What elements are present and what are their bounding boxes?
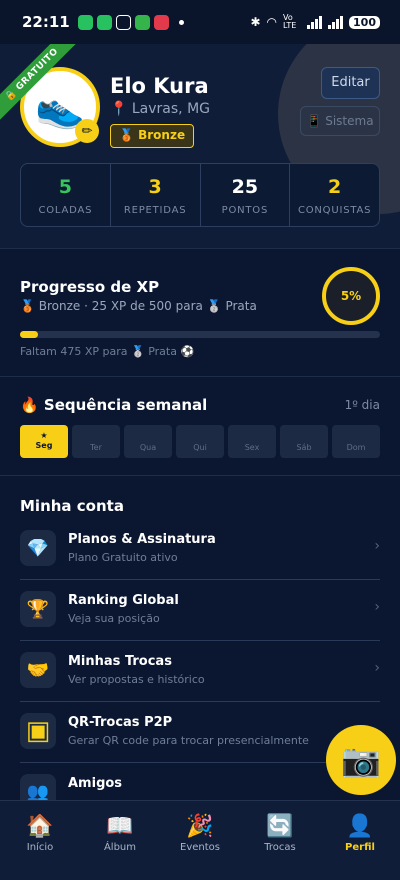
battery-icon: 100: [349, 15, 380, 29]
book-icon: 📖: [106, 814, 134, 839]
stat-label: CONQUISTAS: [297, 205, 372, 216]
menu-item-trades[interactable]: 🤝 Minhas Trocas Ver propostas e históric…: [20, 641, 380, 702]
stats-panel: 5 COLADAS 3 REPETIDAS 25 PONTOS 2 CONQUI…: [20, 163, 380, 227]
menu-item-title: Ranking Global: [68, 593, 179, 608]
profile-header: 👟 ✏ 🔒 GRATUITO Elo Kura 📍 Lavras, MG 🥉 B…: [0, 44, 400, 248]
whatsapp-business-icon: [96, 14, 112, 30]
status-time: 22:11: [22, 13, 70, 31]
level-badge: 🥉 Bronze: [110, 124, 195, 148]
week-streak: ★ Seg Ter Qua Qui Sex Sáb Dom: [20, 425, 380, 458]
day-qui: Qui: [176, 425, 224, 458]
shield-icon: [134, 14, 150, 30]
edit-profile-button[interactable]: Editar: [321, 67, 380, 99]
menu-item-title: QR-Trocas P2P: [68, 715, 173, 730]
nav-label: Trocas: [264, 842, 296, 853]
stat-label: COLADAS: [38, 205, 93, 216]
stat-conquistas[interactable]: 2 CONQUISTAS: [290, 164, 379, 226]
home-icon: 🏠: [26, 814, 54, 839]
nav-home[interactable]: 🏠 Início: [0, 801, 80, 880]
stat-label: REPETIDAS: [123, 205, 187, 216]
xp-progress-fill: [20, 331, 38, 338]
calendar-icon: [153, 14, 169, 30]
diamond-icon: 💎: [20, 530, 56, 566]
day-ter: Ter: [72, 425, 120, 458]
camera-icon: 📷: [341, 741, 381, 779]
chevron-right-icon: ›: [374, 660, 380, 676]
stat-coladas[interactable]: 5 COLADAS: [21, 164, 111, 226]
status-bar: 22:11 ✱ ◠ Vo LTE 100: [0, 0, 400, 44]
menu-item-subtitle: Gerar QR code para trocar presencialment…: [68, 734, 309, 747]
status-right: ✱ ◠ Vo LTE 100: [250, 14, 380, 30]
stat-value: 5: [58, 176, 72, 198]
signal-icon: [307, 15, 323, 29]
user-name: Elo Kura: [110, 74, 209, 98]
stat-value: 2: [328, 176, 342, 198]
nav-album[interactable]: 📖 Álbum: [80, 801, 160, 880]
streak-title: 🔥 Sequência semanal: [20, 396, 208, 414]
user-location: 📍 Lavras, MG: [110, 101, 211, 117]
day-seg: ★ Seg: [20, 425, 68, 458]
handshake-icon: 🤝: [20, 652, 56, 688]
signal-icon-2: [328, 15, 344, 29]
xp-subtitle: 🥉 Bronze · 25 XP de 500 para 🥈 Prata: [20, 299, 257, 313]
stat-label: PONTOS: [221, 205, 269, 216]
whatsapp-icon: [77, 14, 93, 30]
account-title: Minha conta: [20, 497, 124, 515]
swap-icon: 🔄: [266, 814, 294, 839]
trophy-icon: 🏆: [20, 591, 56, 627]
proton-icon: [115, 14, 131, 30]
user-icon: 👤: [346, 814, 374, 839]
xp-remaining: Faltam 475 XP para 🥈 Prata ⚽: [20, 345, 195, 358]
menu-item-ranking[interactable]: 🏆 Ranking Global Veja sua posição ›: [20, 580, 380, 641]
day-dom: Dom: [332, 425, 380, 458]
menu-item-subtitle: Ver propostas e histórico: [68, 673, 205, 686]
day-qua: Qua: [124, 425, 172, 458]
party-popper-icon: 🎉: [186, 814, 214, 839]
stat-pontos[interactable]: 25 PONTOS: [201, 164, 291, 226]
section-divider: [0, 376, 400, 377]
network-label: Vo LTE: [283, 13, 297, 30]
nav-events[interactable]: 🎉 Eventos: [160, 801, 240, 880]
nav-trades[interactable]: 🔄 Trocas: [240, 801, 320, 880]
camera-fab-button[interactable]: 📷: [326, 725, 396, 795]
wifi-icon: ◠: [266, 15, 278, 29]
menu-item-title: Planos & Assinatura: [68, 532, 216, 547]
menu-item-subtitle: Plano Gratuito ativo: [68, 551, 178, 564]
section-divider: [0, 475, 400, 476]
chevron-right-icon: ›: [374, 599, 380, 615]
day-sex: Sex: [228, 425, 276, 458]
nav-label: Eventos: [180, 842, 220, 853]
xp-title: Progresso de XP: [20, 278, 160, 296]
nav-label: Início: [26, 842, 54, 853]
section-divider: [0, 248, 400, 249]
notification-dot-icon: [178, 19, 184, 25]
menu-item-title: Minhas Trocas: [68, 654, 172, 669]
stat-repetidas[interactable]: 3 REPETIDAS: [111, 164, 201, 226]
system-button[interactable]: 📱 Sistema: [300, 106, 380, 136]
menu-item-plans[interactable]: 💎 Planos & Assinatura Plano Gratuito ati…: [20, 519, 380, 580]
xp-progress-bar: [20, 331, 380, 338]
streak-days: 1º dia: [344, 398, 380, 412]
menu-item-title: Amigos: [68, 776, 123, 791]
star-icon: ★: [40, 431, 48, 440]
bluetooth-icon: ✱: [250, 15, 261, 29]
stat-value: 3: [148, 176, 162, 198]
chevron-right-icon: ›: [374, 538, 380, 554]
stat-value: 25: [231, 176, 259, 198]
qr-code-icon: ▣: [20, 713, 56, 749]
day-sab: Sáb: [280, 425, 328, 458]
menu-item-subtitle: Veja sua posição: [68, 612, 160, 625]
plan-ribbon-label: 🔒 GRATUITO: [0, 44, 80, 124]
bottom-nav: 🏠 Início 📖 Álbum 🎉 Eventos 🔄 Trocas 👤 Pe…: [0, 800, 400, 880]
nav-profile[interactable]: 👤 Perfil: [320, 801, 400, 880]
nav-label: Perfil: [345, 842, 375, 853]
day-label: Seg: [35, 441, 53, 450]
nav-label: Álbum: [103, 842, 137, 853]
plan-ribbon: 🔒 GRATUITO: [0, 44, 80, 124]
xp-percent-ring: 5%: [322, 267, 380, 325]
